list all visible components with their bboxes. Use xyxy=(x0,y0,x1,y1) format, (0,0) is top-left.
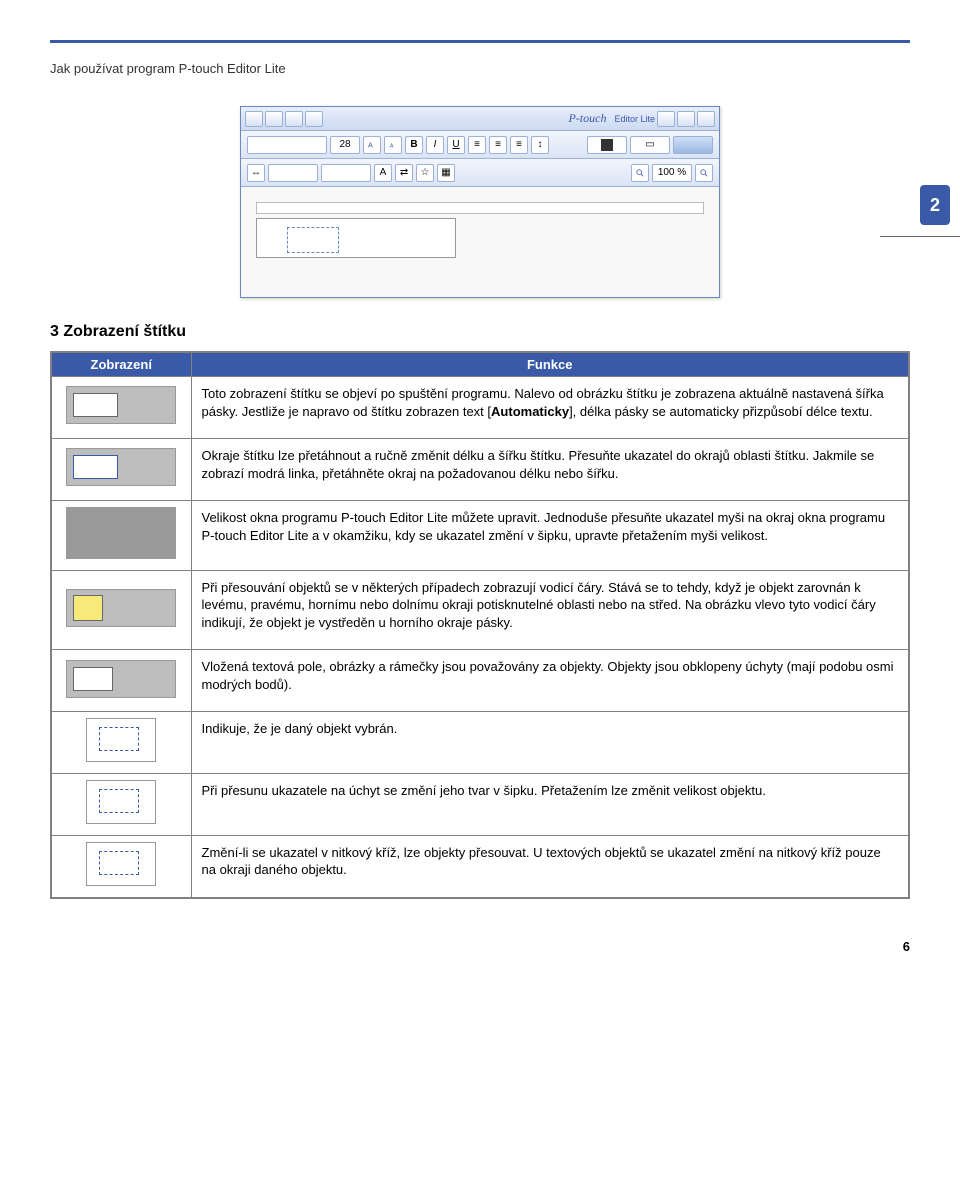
row-text: Při přesouvání objektů se v některých př… xyxy=(191,570,909,650)
brand-text: P-touch xyxy=(568,111,606,127)
new-button[interactable] xyxy=(265,111,283,127)
table-row: Indikuje, že je daný objekt vybrán. xyxy=(51,712,909,774)
display-function-table: Zobrazení Funkce Toto zobrazení štítku s… xyxy=(50,351,910,899)
app-screenshot: P-touch Editor Lite 28 A A B I U ≡ ≡ ≡ ↕ xyxy=(50,106,910,298)
maximize-button[interactable] xyxy=(677,111,695,127)
table-row: Okraje štítku lze přetáhnout a ručně změ… xyxy=(51,439,909,501)
row-text: Indikuje, že je daný objekt vybrán. xyxy=(191,712,909,774)
table-row: Změní-li se ukazatel v nitkový kříž, lze… xyxy=(51,835,909,898)
italic-button[interactable]: I xyxy=(426,136,444,154)
image-button[interactable]: ▦ xyxy=(437,164,455,182)
table-row: Při přesunu ukazatele na úchyt se změní … xyxy=(51,774,909,836)
orientation-button[interactable]: A xyxy=(374,164,392,182)
app-icon xyxy=(245,111,263,127)
font-increase-button[interactable]: A xyxy=(363,136,381,154)
label-length-input[interactable] xyxy=(268,164,318,182)
section-heading: 3 Zobrazení štítku xyxy=(50,323,910,341)
ruler xyxy=(256,202,704,214)
symbols-button[interactable]: ☆ xyxy=(416,164,434,182)
zoom-in-button[interactable] xyxy=(695,164,713,182)
bold-button[interactable]: B xyxy=(405,136,423,154)
page-number: 6 xyxy=(50,939,910,954)
font-decrease-button[interactable]: A xyxy=(384,136,402,154)
frame-button[interactable]: ▭ xyxy=(630,136,670,154)
row-text: Okraje štítku lze přetáhnout a ručně změ… xyxy=(191,439,909,501)
mirror-button[interactable]: ⇄ xyxy=(395,164,413,182)
zoom-out-button[interactable] xyxy=(631,164,649,182)
align-right-button[interactable]: ≡ xyxy=(510,136,528,154)
zoom-value[interactable]: 100 % xyxy=(652,164,692,182)
save-button[interactable] xyxy=(305,111,323,127)
titlebar: P-touch Editor Lite xyxy=(241,107,719,131)
header-rule xyxy=(50,40,910,43)
label-length-icon: ↔ xyxy=(247,164,265,182)
row-text: Velikost okna programu P-touch Editor Li… xyxy=(191,501,909,571)
label-preview[interactable] xyxy=(256,218,456,258)
color-button[interactable] xyxy=(587,136,627,154)
table-row: Při přesouvání objektů se v některých př… xyxy=(51,570,909,650)
table-row: Velikost okna programu P-touch Editor Li… xyxy=(51,501,909,571)
table-row: Toto zobrazení štítku se objeví po spušt… xyxy=(51,377,909,439)
row-keyword: Automaticky xyxy=(491,404,569,419)
svg-text:A: A xyxy=(390,143,394,149)
chapter-tab: 2 xyxy=(920,185,950,225)
col-display: Zobrazení xyxy=(51,352,191,377)
open-button[interactable] xyxy=(285,111,303,127)
font-family-select[interactable] xyxy=(247,136,327,154)
design-canvas[interactable] xyxy=(241,187,719,297)
svg-text:A: A xyxy=(368,140,373,149)
table-row: Vložená textová pole, obrázky a rámečky … xyxy=(51,650,909,712)
col-function: Funkce xyxy=(191,352,909,377)
callout-line xyxy=(880,236,960,237)
align-left-button[interactable]: ≡ xyxy=(468,136,486,154)
row-text: Změní-li se ukazatel v nitkový kříž, lze… xyxy=(191,835,909,898)
font-toolbar: 28 A A B I U ≡ ≡ ≡ ↕ ▭ xyxy=(241,131,719,159)
app-window: P-touch Editor Lite 28 A A B I U ≡ ≡ ≡ ↕ xyxy=(240,106,720,298)
label-mode-select[interactable] xyxy=(321,164,371,182)
minimize-button[interactable] xyxy=(657,111,675,127)
label-toolbar: ↔ A ⇄ ☆ ▦ 100 % xyxy=(241,159,719,187)
align-center-button[interactable]: ≡ xyxy=(489,136,507,154)
subbrand: Editor Lite xyxy=(614,114,655,124)
font-size-select[interactable]: 28 xyxy=(330,136,360,154)
print-button[interactable] xyxy=(673,136,713,154)
page-header: Jak používat program P-touch Editor Lite xyxy=(50,61,910,76)
row-text: Při přesunu ukazatele na úchyt se změní … xyxy=(191,774,909,836)
row-text-2: ], délka pásky se automaticky přizpůsobí… xyxy=(569,404,873,419)
close-button[interactable] xyxy=(697,111,715,127)
vertical-text-button[interactable]: ↕ xyxy=(531,136,549,154)
row-text: Vložená textová pole, obrázky a rámečky … xyxy=(191,650,909,712)
underline-button[interactable]: U xyxy=(447,136,465,154)
